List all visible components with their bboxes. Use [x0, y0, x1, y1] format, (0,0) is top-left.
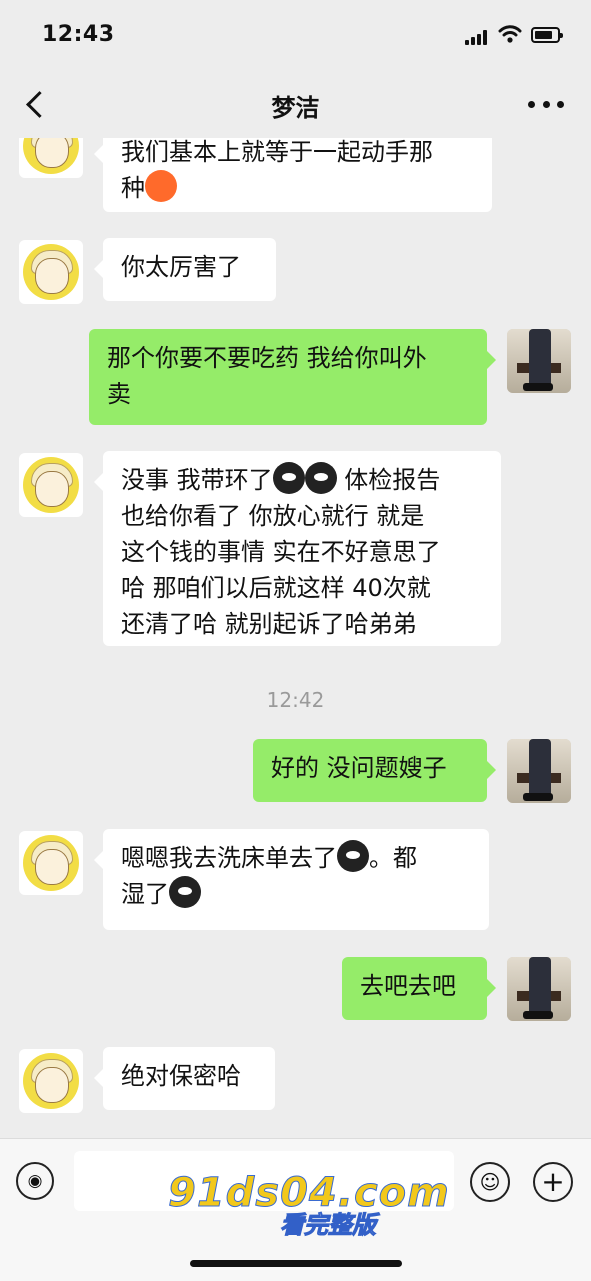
- status-time: 12:43: [42, 22, 115, 47]
- contact-avatar[interactable]: [19, 240, 83, 304]
- sweat-emoji-icon: [169, 876, 201, 908]
- status-bar: 12:43: [0, 0, 591, 70]
- message-text: 好的 没问题嫂子: [271, 754, 447, 782]
- plus-icon[interactable]: +: [533, 1162, 573, 1202]
- message-bubble[interactable]: 绝对保密哈: [94, 1047, 275, 1110]
- page-title: 梦洁: [271, 94, 320, 122]
- message-text: 我们基本上就等于一起动手那: [121, 138, 433, 166]
- home-indicator[interactable]: [190, 1260, 402, 1267]
- message-text: 去吧去吧: [360, 972, 456, 1000]
- message-text: 也给你看了 你放心就行 就是: [121, 502, 425, 530]
- message-timestamp: 12:42: [266, 688, 325, 712]
- angry-emoji-icon: [145, 170, 177, 202]
- message-text: 这个钱的事情 实在不好意思了: [121, 538, 441, 566]
- message-text: 。都: [369, 844, 417, 872]
- message-bubble[interactable]: 那个你要不要吃药 我给你叫外 卖: [89, 329, 496, 425]
- my-avatar[interactable]: [507, 739, 571, 803]
- message-text: 绝对保密哈: [121, 1062, 241, 1090]
- contact-avatar[interactable]: [19, 831, 83, 895]
- my-avatar[interactable]: [507, 329, 571, 393]
- sweat-emoji-icon: [272, 462, 305, 494]
- message-text: 嗯嗯我去洗床单去了: [121, 844, 337, 872]
- more-icon[interactable]: [528, 98, 564, 110]
- contact-avatar[interactable]: [19, 453, 83, 517]
- message-bubble[interactable]: 你太厉害了: [94, 238, 276, 301]
- my-avatar[interactable]: [507, 957, 571, 1021]
- wifi-icon: [498, 25, 522, 43]
- battery-icon: [531, 27, 563, 43]
- sweat-emoji-icon: [304, 462, 337, 494]
- message-text: 湿了: [121, 880, 169, 908]
- voice-icon[interactable]: ◉: [16, 1162, 54, 1200]
- message-text: 那个你要不要吃药 我给你叫外: [107, 344, 427, 372]
- message-bubble[interactable]: 我们基本上就等于一起动手那 种: [94, 138, 492, 212]
- message-bubble[interactable]: 好的 没问题嫂子: [253, 739, 496, 802]
- contact-avatar[interactable]: [19, 1049, 83, 1113]
- contact-avatar[interactable]: [19, 138, 83, 178]
- message-text: 没事 我带环了: [121, 466, 273, 494]
- watermark-label: 看完整版: [280, 1211, 377, 1240]
- chat-area[interactable]: 我们基本上就等于一起动手那 种 你太厉害了 那个你要不要吃药 我给你叫外 卖 没…: [0, 138, 591, 1138]
- message-text: 体检报告: [336, 466, 441, 494]
- signal-icon: [465, 28, 491, 45]
- message-bubble[interactable]: 没事 我带环了 体检报告 也给你看了 你放心就行 就是 这个钱的事情 实在不好意…: [94, 451, 501, 646]
- message-text: 卖: [107, 380, 131, 408]
- message-text: 你太厉害了: [121, 253, 241, 281]
- message-text: 种: [121, 174, 145, 202]
- smile-icon[interactable]: ☺: [470, 1162, 510, 1202]
- message-text: 哈 那咱们以后就这样 40次就: [121, 574, 431, 602]
- nav-bar: 梦洁: [0, 70, 591, 138]
- sweat-emoji-icon: [337, 840, 369, 872]
- message-bubble[interactable]: 去吧去吧: [342, 957, 496, 1020]
- message-text: 还清了哈 就别起诉了哈弟弟: [121, 610, 417, 638]
- message-bubble[interactable]: 嗯嗯我去洗床单去了 。都 湿了: [94, 829, 489, 930]
